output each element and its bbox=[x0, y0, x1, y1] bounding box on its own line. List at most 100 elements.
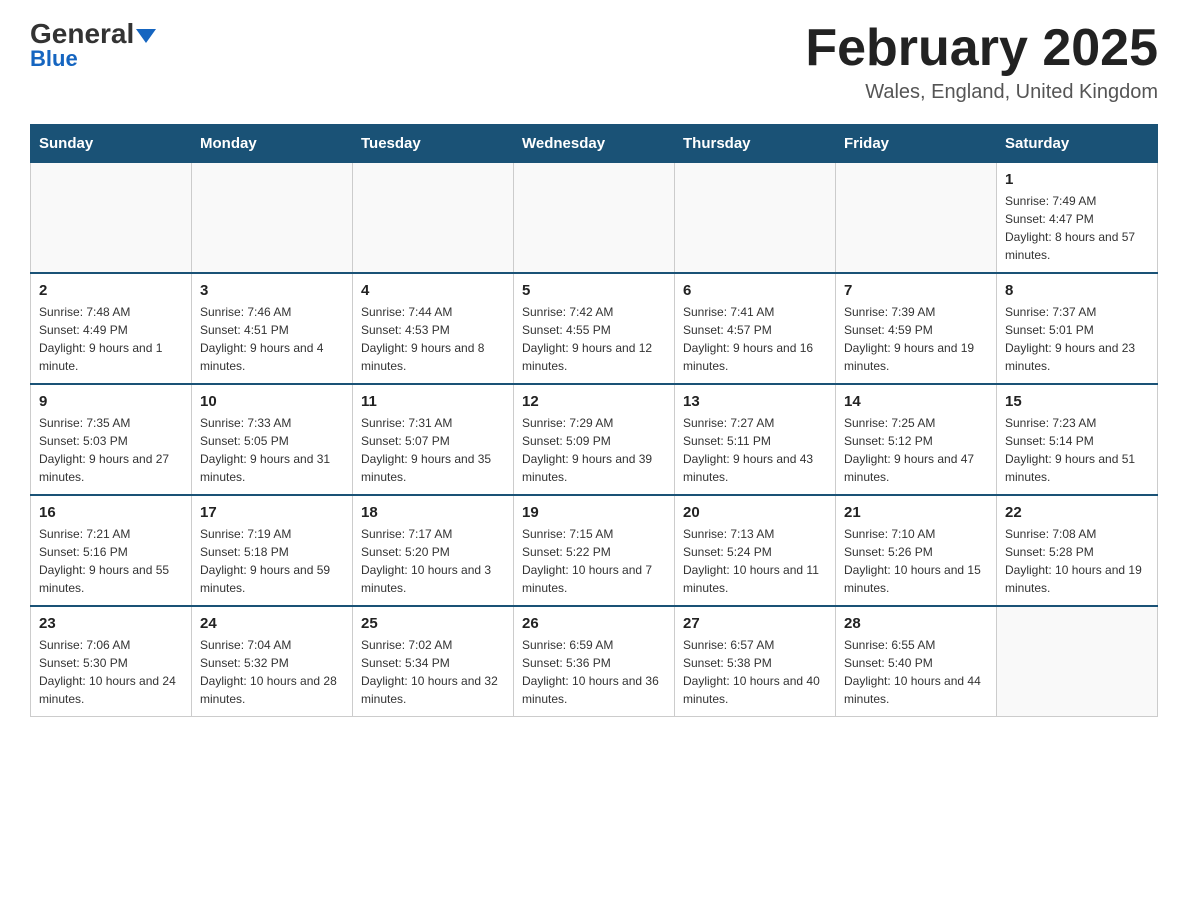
day-info: Sunrise: 7:06 AMSunset: 5:30 PMDaylight:… bbox=[39, 636, 183, 708]
calendar-cell: 13Sunrise: 7:27 AMSunset: 5:11 PMDayligh… bbox=[675, 384, 836, 495]
calendar-cell: 9 Sunrise: 7:35 AMSunset: 5:03 PMDaylight… bbox=[31, 384, 192, 495]
day-info: Sunrise: 7:17 AMSunset: 5:20 PMDaylight:… bbox=[361, 525, 505, 597]
calendar-cell: 17Sunrise: 7:19 AMSunset: 5:18 PMDayligh… bbox=[192, 495, 353, 606]
title-block: February 2025 Wales, England, United Kin… bbox=[805, 20, 1158, 104]
day-info: Sunrise: 7:48 AMSunset: 4:49 PMDaylight:… bbox=[39, 303, 183, 375]
day-info: Sunrise: 7:44 AMSunset: 4:53 PMDaylight:… bbox=[361, 303, 505, 375]
day-info: Sunrise: 7:49 AMSunset: 4:47 PMDaylight:… bbox=[1005, 192, 1149, 264]
week-row-4: 16Sunrise: 7:21 AMSunset: 5:16 PMDayligh… bbox=[31, 495, 1158, 606]
day-number: 10 bbox=[200, 393, 344, 410]
logo-arrow-icon bbox=[136, 29, 156, 43]
day-header-tuesday: Tuesday bbox=[353, 125, 514, 163]
day-number: 26 bbox=[522, 615, 666, 632]
logo-general-text: General bbox=[30, 18, 134, 49]
calendar-cell: 12 Sunrise: 7:29 AMSunset: 5:09 PMDayligh… bbox=[514, 384, 675, 495]
calendar-cell: 2 Sunrise: 7:48 AMSunset: 4:49 PMDaylight… bbox=[31, 273, 192, 384]
logo-blue-text: Blue bbox=[30, 46, 78, 72]
calendar-cell: 15Sunrise: 7:23 AMSunset: 5:14 PMDayligh… bbox=[997, 384, 1158, 495]
calendar-cell bbox=[997, 606, 1158, 717]
calendar-cell: 16Sunrise: 7:21 AMSunset: 5:16 PMDayligh… bbox=[31, 495, 192, 606]
day-number: 9 bbox=[39, 393, 183, 410]
day-info: Sunrise: 7:29 AMSunset: 5:09 PMDaylight:… bbox=[522, 414, 666, 486]
day-number: 5 bbox=[522, 282, 666, 299]
day-header-saturday: Saturday bbox=[997, 125, 1158, 163]
day-number: 22 bbox=[1005, 504, 1149, 521]
day-number: 23 bbox=[39, 615, 183, 632]
day-info: Sunrise: 6:59 AMSunset: 5:36 PMDaylight:… bbox=[522, 636, 666, 708]
calendar-cell bbox=[836, 163, 997, 274]
calendar-cell: 24 Sunrise: 7:04 AMSunset: 5:32 PMDayligh… bbox=[192, 606, 353, 717]
day-number: 2 bbox=[39, 282, 183, 299]
day-number: 21 bbox=[844, 504, 988, 521]
day-info: Sunrise: 7:35 AMSunset: 5:03 PMDaylight:… bbox=[39, 414, 183, 486]
day-info: Sunrise: 7:15 AMSunset: 5:22 PMDaylight:… bbox=[522, 525, 666, 597]
day-info: Sunrise: 7:42 AMSunset: 4:55 PMDaylight:… bbox=[522, 303, 666, 375]
day-info: Sunrise: 7:25 AMSunset: 5:12 PMDaylight:… bbox=[844, 414, 988, 486]
day-info: Sunrise: 7:08 AMSunset: 5:28 PMDaylight:… bbox=[1005, 525, 1149, 597]
day-number: 7 bbox=[844, 282, 988, 299]
calendar-cell: 11 Sunrise: 7:31 AMSunset: 5:07 PMDayligh… bbox=[353, 384, 514, 495]
calendar-cell: 10 Sunrise: 7:33 AMSunset: 5:05 PMDayligh… bbox=[192, 384, 353, 495]
week-row-3: 9 Sunrise: 7:35 AMSunset: 5:03 PMDaylight… bbox=[31, 384, 1158, 495]
day-info: Sunrise: 7:39 AMSunset: 4:59 PMDaylight:… bbox=[844, 303, 988, 375]
day-number: 28 bbox=[844, 615, 988, 632]
day-header-thursday: Thursday bbox=[675, 125, 836, 163]
calendar-cell: 14Sunrise: 7:25 AMSunset: 5:12 PMDayligh… bbox=[836, 384, 997, 495]
day-number: 1 bbox=[1005, 171, 1149, 188]
calendar-cell: 7 Sunrise: 7:39 AMSunset: 4:59 PMDaylight… bbox=[836, 273, 997, 384]
day-number: 13 bbox=[683, 393, 827, 410]
calendar-cell: 27 Sunrise: 6:57 AMSunset: 5:38 PMDayligh… bbox=[675, 606, 836, 717]
week-row-1: 1 Sunrise: 7:49 AMSunset: 4:47 PMDaylight… bbox=[31, 163, 1158, 274]
day-info: Sunrise: 7:33 AMSunset: 5:05 PMDaylight:… bbox=[200, 414, 344, 486]
calendar-body: 1 Sunrise: 7:49 AMSunset: 4:47 PMDaylight… bbox=[31, 163, 1158, 717]
calendar-cell: 21 Sunrise: 7:10 AMSunset: 5:26 PMDayligh… bbox=[836, 495, 997, 606]
calendar-cell: 5 Sunrise: 7:42 AMSunset: 4:55 PMDaylight… bbox=[514, 273, 675, 384]
calendar-cell: 25 Sunrise: 7:02 AMSunset: 5:34 PMDayligh… bbox=[353, 606, 514, 717]
calendar-cell bbox=[31, 163, 192, 274]
day-info: Sunrise: 7:37 AMSunset: 5:01 PMDaylight:… bbox=[1005, 303, 1149, 375]
calendar-cell: 3Sunrise: 7:46 AMSunset: 4:51 PMDaylight… bbox=[192, 273, 353, 384]
day-info: Sunrise: 7:04 AMSunset: 5:32 PMDaylight:… bbox=[200, 636, 344, 708]
day-number: 27 bbox=[683, 615, 827, 632]
week-row-2: 2 Sunrise: 7:48 AMSunset: 4:49 PMDaylight… bbox=[31, 273, 1158, 384]
calendar-header: SundayMondayTuesdayWednesdayThursdayFrid… bbox=[31, 125, 1158, 163]
calendar-cell bbox=[192, 163, 353, 274]
day-number: 6 bbox=[683, 282, 827, 299]
day-number: 18 bbox=[361, 504, 505, 521]
day-info: Sunrise: 7:02 AMSunset: 5:34 PMDaylight:… bbox=[361, 636, 505, 708]
calendar-title: February 2025 bbox=[805, 20, 1158, 77]
day-number: 24 bbox=[200, 615, 344, 632]
day-info: Sunrise: 7:13 AMSunset: 5:24 PMDaylight:… bbox=[683, 525, 827, 597]
day-number: 4 bbox=[361, 282, 505, 299]
calendar-cell: 26 Sunrise: 6:59 AMSunset: 5:36 PMDayligh… bbox=[514, 606, 675, 717]
calendar-cell: 8 Sunrise: 7:37 AMSunset: 5:01 PMDaylight… bbox=[997, 273, 1158, 384]
day-info: Sunrise: 6:55 AMSunset: 5:40 PMDaylight:… bbox=[844, 636, 988, 708]
calendar-cell bbox=[353, 163, 514, 274]
day-number: 12 bbox=[522, 393, 666, 410]
calendar-cell: 1 Sunrise: 7:49 AMSunset: 4:47 PMDaylight… bbox=[997, 163, 1158, 274]
page-header: General Blue February 2025 Wales, Englan… bbox=[30, 20, 1158, 104]
calendar-cell: 20Sunrise: 7:13 AMSunset: 5:24 PMDayligh… bbox=[675, 495, 836, 606]
day-info: Sunrise: 7:10 AMSunset: 5:26 PMDaylight:… bbox=[844, 525, 988, 597]
day-number: 25 bbox=[361, 615, 505, 632]
day-header-wednesday: Wednesday bbox=[514, 125, 675, 163]
day-number: 8 bbox=[1005, 282, 1149, 299]
day-info: Sunrise: 7:31 AMSunset: 5:07 PMDaylight:… bbox=[361, 414, 505, 486]
day-info: Sunrise: 6:57 AMSunset: 5:38 PMDaylight:… bbox=[683, 636, 827, 708]
calendar-cell: 28 Sunrise: 6:55 AMSunset: 5:40 PMDayligh… bbox=[836, 606, 997, 717]
calendar-subtitle: Wales, England, United Kingdom bbox=[805, 81, 1158, 104]
day-header-friday: Friday bbox=[836, 125, 997, 163]
day-header-monday: Monday bbox=[192, 125, 353, 163]
day-number: 19 bbox=[522, 504, 666, 521]
calendar-cell bbox=[514, 163, 675, 274]
day-info: Sunrise: 7:41 AMSunset: 4:57 PMDaylight:… bbox=[683, 303, 827, 375]
day-info: Sunrise: 7:21 AMSunset: 5:16 PMDaylight:… bbox=[39, 525, 183, 597]
day-number: 17 bbox=[200, 504, 344, 521]
calendar-cell: 18 Sunrise: 7:17 AMSunset: 5:20 PMDayligh… bbox=[353, 495, 514, 606]
day-info: Sunrise: 7:46 AMSunset: 4:51 PMDaylight:… bbox=[200, 303, 344, 375]
calendar-table: SundayMondayTuesdayWednesdayThursdayFrid… bbox=[30, 124, 1158, 717]
week-row-5: 23 Sunrise: 7:06 AMSunset: 5:30 PMDayligh… bbox=[31, 606, 1158, 717]
day-header-sunday: Sunday bbox=[31, 125, 192, 163]
calendar-cell: 6 Sunrise: 7:41 AMSunset: 4:57 PMDaylight… bbox=[675, 273, 836, 384]
day-number: 11 bbox=[361, 393, 505, 410]
